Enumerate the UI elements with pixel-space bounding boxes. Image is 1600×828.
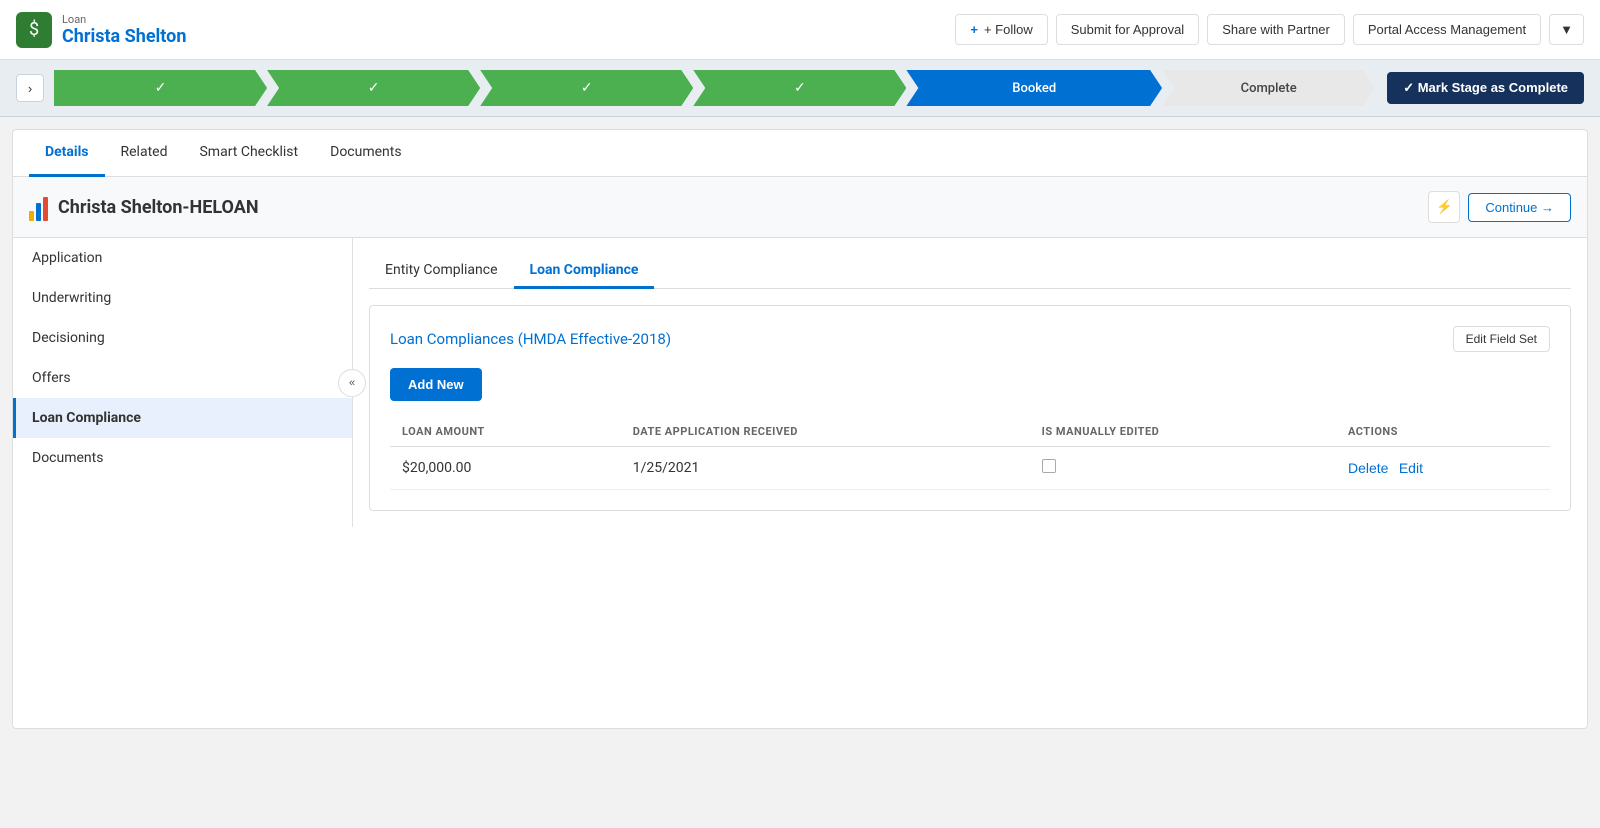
sidebar-nav: Application Underwriting Decisioning Off… (13, 238, 353, 527)
tab-smart-checklist[interactable]: Smart Checklist (183, 130, 314, 177)
record-header: Christa Shelton-HELOAN ⚡ Continue → (13, 177, 1587, 238)
logo-subtitle: Loan (62, 13, 186, 26)
stage-complete-label: Complete (1241, 81, 1297, 96)
header-actions: + + Follow Submit for Approval Share wit… (955, 14, 1584, 45)
stage-4-check: ✓ (794, 80, 806, 96)
nav-item-decisioning[interactable]: Decisioning (13, 318, 352, 358)
stage-2-check: ✓ (368, 80, 380, 96)
stage-complete[interactable]: Complete (1162, 70, 1375, 106)
two-col-layout: Application Underwriting Decisioning Off… (13, 238, 1587, 527)
chart-bar-3 (43, 197, 48, 221)
logo-area: $ Loan Christa Shelton (16, 12, 186, 48)
stage-2[interactable]: ✓ (267, 70, 480, 106)
continue-button[interactable]: Continue → (1468, 193, 1571, 222)
table-row: $20,000.00 1/25/2021 Delete Edit (390, 447, 1550, 490)
share-partner-button[interactable]: Share with Partner (1207, 14, 1345, 45)
stage-1-check: ✓ (155, 80, 167, 96)
col-header-loan-amount: LOAN AMOUNT (390, 417, 621, 447)
top-header: $ Loan Christa Shelton + + Follow Submit… (0, 0, 1600, 60)
mark-complete-button[interactable]: ✓ Mark Stage as Complete (1387, 72, 1584, 104)
record-actions: ⚡ Continue → (1428, 191, 1571, 223)
manually-edited-checkbox[interactable] (1042, 459, 1056, 473)
nav-item-application[interactable]: Application (13, 238, 352, 278)
col-header-actions: ACTIONS (1336, 417, 1550, 447)
magic-wand-icon: ⚡ (1436, 199, 1453, 215)
cell-date-app-received: 1/25/2021 (621, 447, 1030, 490)
cell-actions: Delete Edit (1336, 447, 1550, 490)
record-title-area: Christa Shelton-HELOAN (29, 193, 259, 221)
sub-tabs: Entity Compliance Loan Compliance (369, 254, 1571, 289)
chart-icon (29, 193, 48, 221)
logo-title: Christa Shelton (62, 26, 186, 47)
add-new-button[interactable]: Add New (390, 368, 482, 401)
chart-bar-2 (36, 203, 41, 221)
record-title: Christa Shelton-HELOAN (58, 197, 259, 218)
main-panel: Entity Compliance Loan Compliance Loan C… (353, 238, 1587, 527)
chart-bar-1 (29, 211, 34, 221)
more-actions-button[interactable]: ▼ (1549, 14, 1584, 45)
col-header-is-manually-edited: IS MANUALLY EDITED (1030, 417, 1336, 447)
edit-button[interactable]: Edit (1399, 460, 1423, 476)
content-box-title: Loan Compliances (HMDA Effective-2018) (390, 330, 671, 348)
stage-booked-label: Booked (1012, 81, 1056, 96)
nav-item-offers[interactable]: Offers (13, 358, 352, 398)
delete-button[interactable]: Delete (1348, 460, 1388, 476)
chevron-right-icon: › (28, 81, 32, 96)
stage-bar: › ✓ ✓ ✓ ✓ Booked Complete ✓ Mark Stage a… (0, 60, 1600, 117)
stage-toggle-button[interactable]: › (16, 74, 44, 102)
stage-booked[interactable]: Booked (906, 70, 1162, 106)
content-box: Loan Compliances (HMDA Effective-2018) E… (369, 305, 1571, 511)
loan-compliance-table: LOAN AMOUNT DATE APPLICATION RECEIVED IS… (390, 417, 1550, 490)
logo-text: Loan Christa Shelton (62, 13, 186, 47)
submit-approval-button[interactable]: Submit for Approval (1056, 14, 1199, 45)
main-content: Details Related Smart Checklist Document… (12, 129, 1588, 729)
cell-loan-amount: $20,000.00 (390, 447, 621, 490)
stage-1[interactable]: ✓ (54, 70, 267, 106)
tab-documents[interactable]: Documents (314, 130, 417, 177)
tabs-row: Details Related Smart Checklist Document… (13, 130, 1587, 177)
nav-item-underwriting[interactable]: Underwriting (13, 278, 352, 318)
tab-related[interactable]: Related (105, 130, 184, 177)
stage-3-check: ✓ (581, 80, 593, 96)
nav-item-loan-compliance[interactable]: Loan Compliance (13, 398, 352, 438)
sub-tab-loan-compliance[interactable]: Loan Compliance (514, 254, 655, 289)
follow-button[interactable]: + + Follow (955, 14, 1047, 45)
collapse-sidebar-button[interactable]: « (338, 369, 366, 397)
content-box-header: Loan Compliances (HMDA Effective-2018) E… (390, 326, 1550, 352)
tab-details[interactable]: Details (29, 130, 105, 177)
edit-field-set-button[interactable]: Edit Field Set (1453, 326, 1550, 352)
plus-icon: + (970, 22, 978, 37)
link-icon-button[interactable]: ⚡ (1428, 191, 1460, 223)
stage-4[interactable]: ✓ (693, 70, 906, 106)
cell-is-manually-edited (1030, 447, 1336, 490)
sub-tab-entity-compliance[interactable]: Entity Compliance (369, 254, 514, 289)
portal-access-button[interactable]: Portal Access Management (1353, 14, 1541, 45)
stages-container: ✓ ✓ ✓ ✓ Booked Complete (54, 70, 1375, 106)
nav-item-documents[interactable]: Documents (13, 438, 352, 478)
col-header-date-app-received: DATE APPLICATION RECEIVED (621, 417, 1030, 447)
double-chevron-left-icon: « (349, 377, 355, 389)
stage-3[interactable]: ✓ (480, 70, 693, 106)
loan-icon: $ (16, 12, 52, 48)
